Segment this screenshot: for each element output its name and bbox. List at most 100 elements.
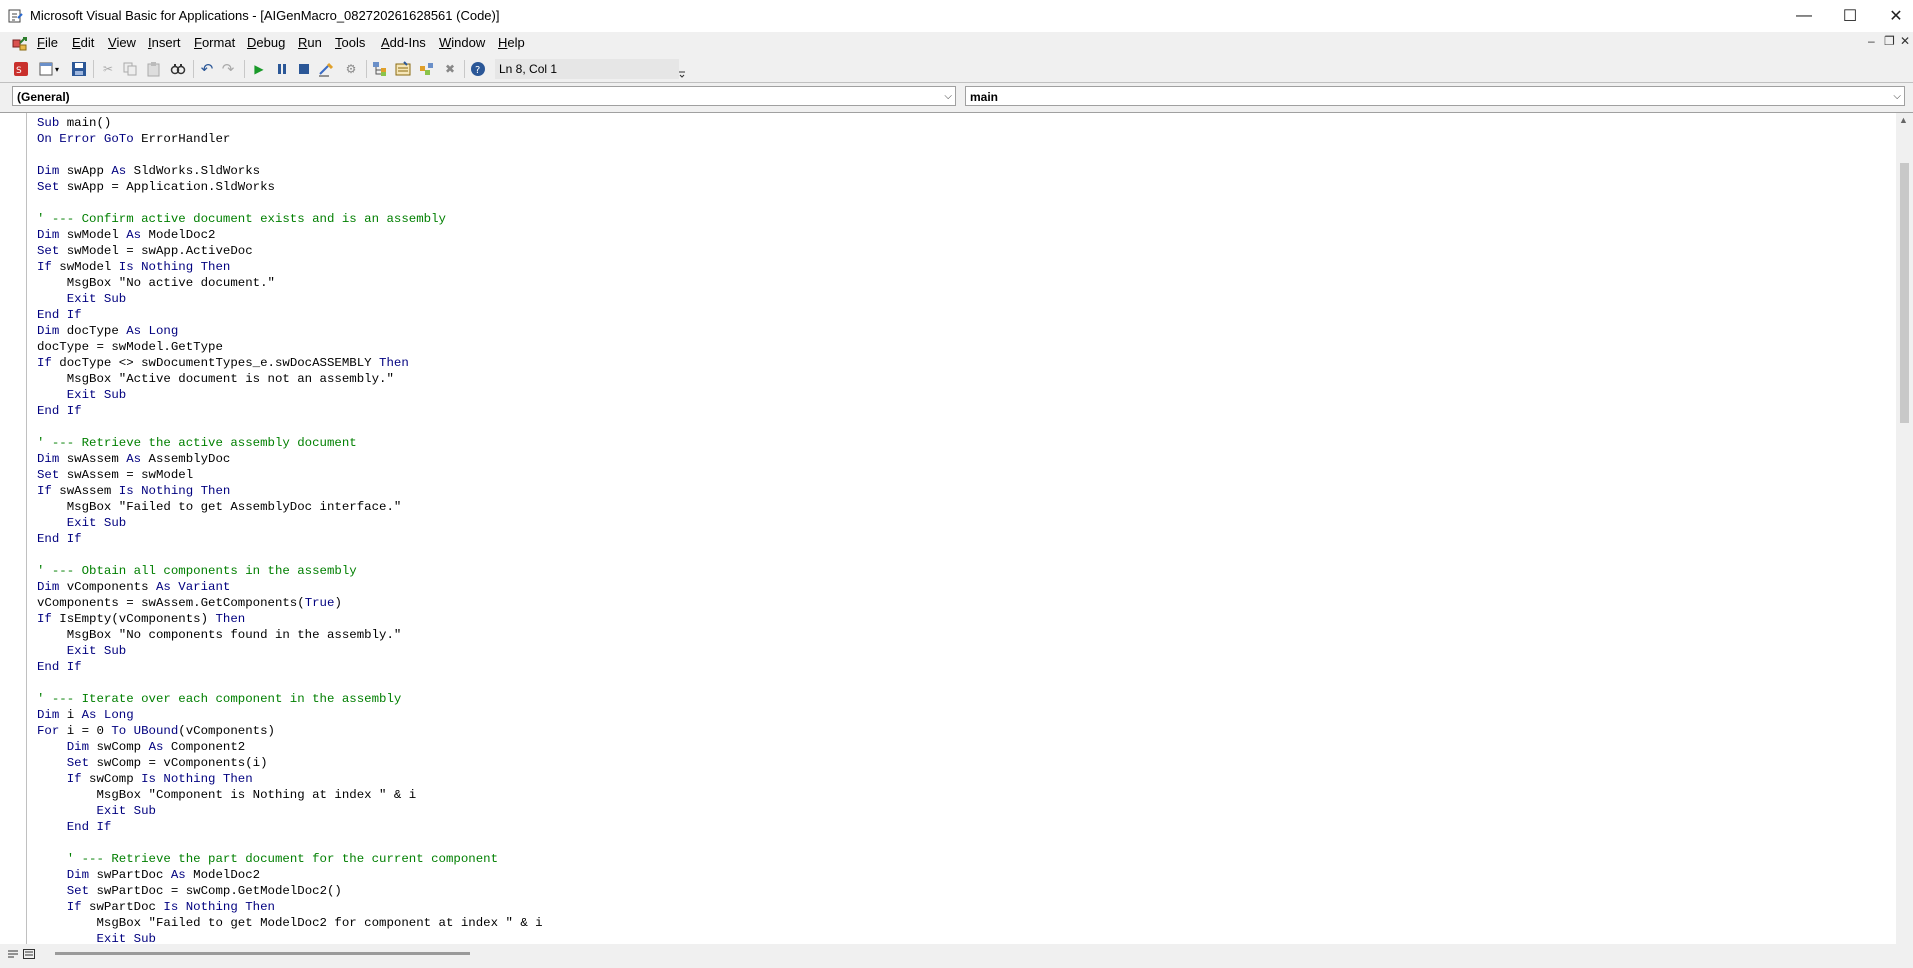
code-line[interactable]: End If <box>37 659 1897 675</box>
vertical-scrollbar[interactable]: ▲ <box>1896 113 1913 945</box>
code-line[interactable]: Exit Sub <box>37 387 1897 403</box>
save-icon[interactable] <box>70 60 88 78</box>
menu-file[interactable]: File <box>37 35 58 50</box>
code-line[interactable]: Exit Sub <box>37 291 1897 307</box>
toolbar-options-icon[interactable] <box>677 58 687 80</box>
menu-run[interactable]: Run <box>298 35 322 50</box>
code-line[interactable]: Dim docType As Long <box>37 323 1897 339</box>
close-icon[interactable]: ✕ <box>1873 0 1913 32</box>
code-line[interactable] <box>37 675 1897 691</box>
procedure-combo[interactable]: main ⌵ <box>965 86 1905 106</box>
code-line[interactable]: End If <box>37 307 1897 323</box>
code-line[interactable] <box>37 419 1897 435</box>
find-icon[interactable] <box>169 60 187 78</box>
settings-gear-icon[interactable]: ⚙ <box>342 60 360 78</box>
solidworks-icon[interactable]: S <box>12 60 30 78</box>
code-line[interactable]: Set swModel = swApp.ActiveDoc <box>37 243 1897 259</box>
vb-menu-icon[interactable] <box>11 34 29 52</box>
code-line[interactable]: If docType <> swDocumentTypes_e.swDocASS… <box>37 355 1897 371</box>
menu-edit[interactable]: Edit <box>72 35 94 50</box>
code-line[interactable]: Dim i As Long <box>37 707 1897 723</box>
code-line[interactable]: docType = swModel.GetType <box>37 339 1897 355</box>
code-line[interactable]: MsgBox "No active document." <box>37 275 1897 291</box>
full-module-view-icon[interactable] <box>22 948 36 960</box>
object-browser-icon[interactable] <box>418 60 436 78</box>
code-line[interactable]: Set swApp = Application.SldWorks <box>37 179 1897 195</box>
properties-icon[interactable] <box>394 60 412 78</box>
design-mode-icon[interactable] <box>318 60 336 78</box>
redo-icon[interactable]: ↷ <box>219 60 237 78</box>
code-editor[interactable]: Sub main() On Error GoTo ErrorHandler Dim … <box>0 112 1913 945</box>
code-line[interactable]: If swModel Is Nothing Then <box>37 259 1897 275</box>
code-line[interactable]: MsgBox "Component is Nothing at index " … <box>37 787 1897 803</box>
code-line[interactable]: Set swPartDoc = swComp.GetModelDoc2() <box>37 883 1897 899</box>
menu-insert[interactable]: Insert <box>148 35 181 50</box>
menu-add-ins[interactable]: Add-Ins <box>381 35 426 50</box>
scroll-up-icon[interactable]: ▲ <box>1899 115 1908 125</box>
code-line[interactable]: Exit Sub <box>37 515 1897 531</box>
reset-icon[interactable] <box>295 60 313 78</box>
procedure-view-icon[interactable] <box>6 948 20 960</box>
code-line[interactable]: Dim swAssem As AssemblyDoc <box>37 451 1897 467</box>
break-icon[interactable] <box>273 60 291 78</box>
code-line[interactable]: Dim swModel As ModelDoc2 <box>37 227 1897 243</box>
code-line[interactable]: ' --- Iterate over each component in the… <box>37 691 1897 707</box>
code-line[interactable]: vComponents = swAssem.GetComponents(True… <box>37 595 1897 611</box>
code-line[interactable] <box>37 835 1897 851</box>
menu-help[interactable]: Help <box>498 35 525 50</box>
code-line[interactable]: Set swAssem = swModel <box>37 467 1897 483</box>
code-line[interactable]: Dim vComponents As Variant <box>37 579 1897 595</box>
code-line[interactable]: Dim swApp As SldWorks.SldWorks <box>37 163 1897 179</box>
mdi-restore-icon[interactable]: ❐ <box>1884 34 1895 48</box>
code-line[interactable]: If swComp Is Nothing Then <box>37 771 1897 787</box>
code-line[interactable] <box>37 547 1897 563</box>
code-line[interactable] <box>37 147 1897 163</box>
code-line[interactable]: ' --- Retrieve the part document for the… <box>37 851 1897 867</box>
help-icon[interactable]: ? <box>469 60 487 78</box>
code-line[interactable]: Dim swPartDoc As ModelDoc2 <box>37 867 1897 883</box>
copy-icon[interactable] <box>121 60 139 78</box>
code-line[interactable]: ' --- Obtain all components in the assem… <box>37 563 1897 579</box>
code-line[interactable]: End If <box>37 403 1897 419</box>
horizontal-scroll-thumb[interactable] <box>55 952 470 955</box>
code-line[interactable]: If swPartDoc Is Nothing Then <box>37 899 1897 915</box>
toolbox-icon[interactable]: ✖ <box>441 60 459 78</box>
menu-debug[interactable]: Debug <box>247 35 285 50</box>
vertical-scroll-thumb[interactable] <box>1900 163 1909 423</box>
chevron-down-icon[interactable]: ⌵ <box>1893 87 1901 107</box>
maximize-icon[interactable]: ☐ <box>1827 0 1873 32</box>
code-line[interactable]: ' --- Retrieve the active assembly docum… <box>37 435 1897 451</box>
code-line[interactable]: If IsEmpty(vComponents) Then <box>37 611 1897 627</box>
code-line[interactable]: Exit Sub <box>37 931 1897 943</box>
menu-tools[interactable]: Tools <box>335 35 365 50</box>
code-line[interactable] <box>37 195 1897 211</box>
code-line[interactable]: Dim swComp As Component2 <box>37 739 1897 755</box>
menu-window[interactable]: Window <box>439 35 485 50</box>
paste-icon[interactable] <box>145 60 163 78</box>
margin-indicator-bar[interactable] <box>6 113 27 945</box>
dropdown-arrow-icon[interactable]: ▾ <box>52 60 62 78</box>
mdi-close-icon[interactable]: ✕ <box>1900 34 1910 48</box>
object-combo[interactable]: (General) ⌵ <box>12 86 956 106</box>
code-line[interactable]: MsgBox "Failed to get ModelDoc2 for comp… <box>37 915 1897 931</box>
chevron-down-icon[interactable]: ⌵ <box>944 87 952 107</box>
code-text-area[interactable]: Sub main() On Error GoTo ErrorHandler Dim … <box>37 115 1897 943</box>
code-line[interactable]: Set swComp = vComponents(i) <box>37 755 1897 771</box>
project-explorer-icon[interactable] <box>371 60 389 78</box>
code-line[interactable]: ' --- Confirm active document exists and… <box>37 211 1897 227</box>
menu-format[interactable]: Format <box>194 35 235 50</box>
code-line[interactable]: If swAssem Is Nothing Then <box>37 483 1897 499</box>
undo-icon[interactable]: ↶ <box>198 60 216 78</box>
code-line[interactable]: MsgBox "Active document is not an assemb… <box>37 371 1897 387</box>
code-line[interactable]: For i = 0 To UBound(vComponents) <box>37 723 1897 739</box>
menu-view[interactable]: View <box>108 35 136 50</box>
code-line[interactable]: Exit Sub <box>37 643 1897 659</box>
run-icon[interactable]: ▶ <box>250 60 268 78</box>
minimize-icon[interactable]: — <box>1781 0 1827 32</box>
code-line[interactable]: On Error GoTo ErrorHandler <box>37 131 1897 147</box>
code-line[interactable]: Sub main() <box>37 115 1897 131</box>
code-line[interactable]: End If <box>37 819 1897 835</box>
code-line[interactable]: MsgBox "No components found in the assem… <box>37 627 1897 643</box>
code-line[interactable]: Exit Sub <box>37 803 1897 819</box>
cut-icon[interactable]: ✂ <box>99 60 117 78</box>
